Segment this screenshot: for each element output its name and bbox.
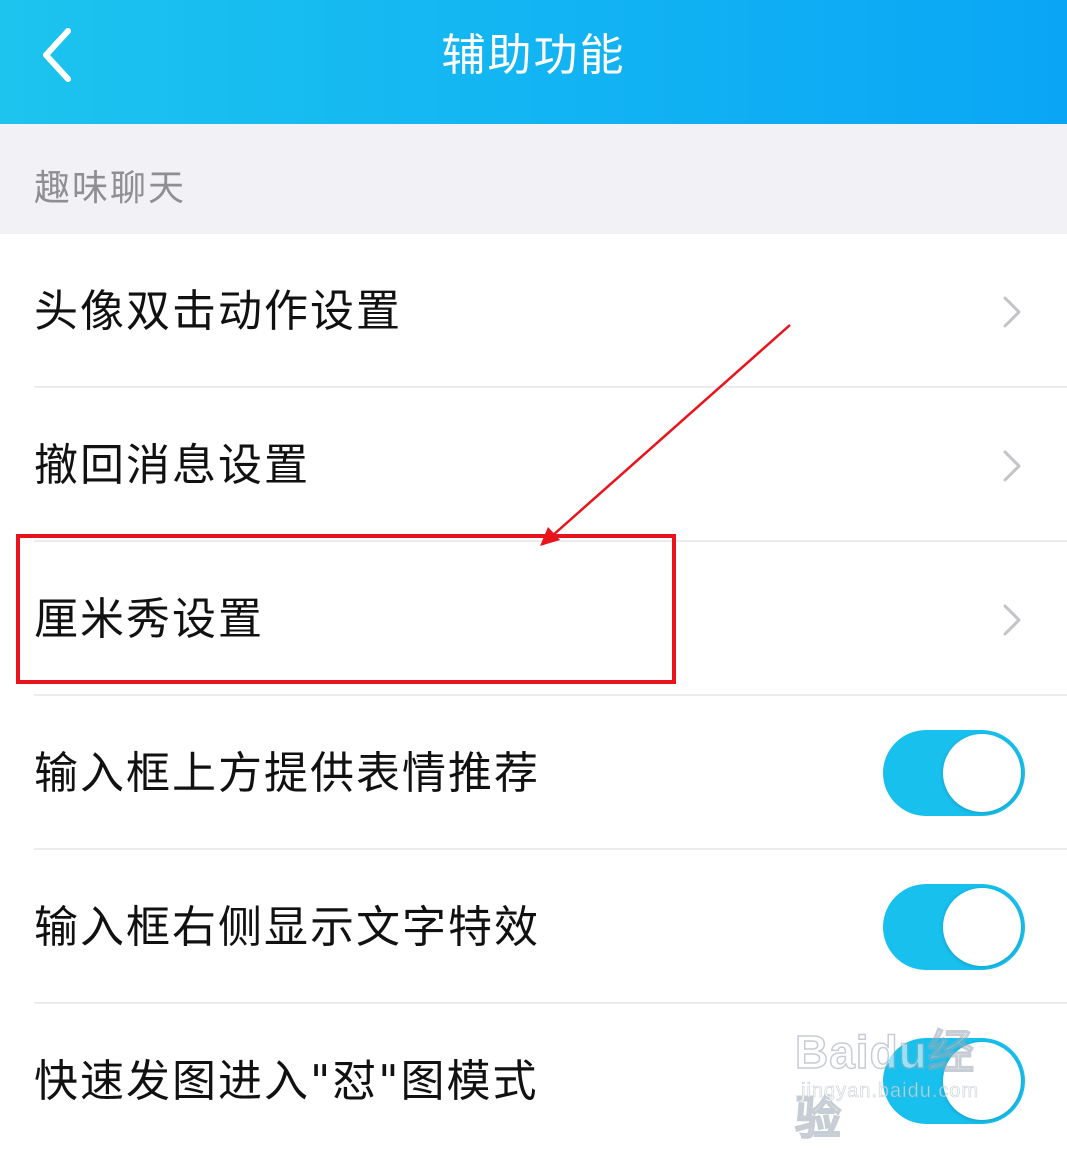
chevron-right-icon <box>1003 450 1021 482</box>
setting-cmshow[interactable]: 厘米秀设置 <box>0 542 1067 696</box>
section-label: 趣味聊天 <box>34 168 187 209</box>
chevron-right-icon <box>1003 604 1021 636</box>
setting-label: 厘米秀设置 <box>34 594 264 645</box>
setting-recall-message[interactable]: 撤回消息设置 <box>0 388 1067 542</box>
setting-avatar-double-tap[interactable]: 头像双击动作设置 <box>0 234 1067 388</box>
page-title: 辅助功能 <box>441 30 626 81</box>
chevron-right-icon <box>1003 296 1021 328</box>
emoji-recommend-toggle[interactable] <box>883 730 1025 816</box>
setting-label: 快速发图进入"怼"图模式 <box>34 1056 539 1107</box>
setting-label: 输入框上方提供表情推荐 <box>34 748 540 799</box>
text-effects-toggle[interactable] <box>883 884 1025 970</box>
toggle-knob <box>943 888 1021 966</box>
setting-text-effects: 输入框右侧显示文字特效 <box>0 850 1067 1004</box>
toggle-knob <box>943 734 1021 812</box>
quick-image-mode-toggle[interactable] <box>883 1038 1025 1124</box>
setting-label: 输入框右侧显示文字特效 <box>34 902 540 953</box>
section-header: 趣味聊天 <box>0 124 1067 234</box>
toggle-knob <box>943 1042 1021 1120</box>
setting-quick-image-mode: 快速发图进入"怼"图模式 <box>0 1004 1067 1158</box>
setting-label: 撤回消息设置 <box>34 440 310 491</box>
setting-emoji-recommend: 输入框上方提供表情推荐 <box>0 696 1067 850</box>
navigation-bar: 辅助功能 <box>0 0 1067 124</box>
setting-label: 头像双击动作设置 <box>34 286 402 337</box>
settings-list: 头像双击动作设置 撤回消息设置 厘米秀设置 输入框上方提供表情推荐 输入框右侧显… <box>0 234 1067 1158</box>
